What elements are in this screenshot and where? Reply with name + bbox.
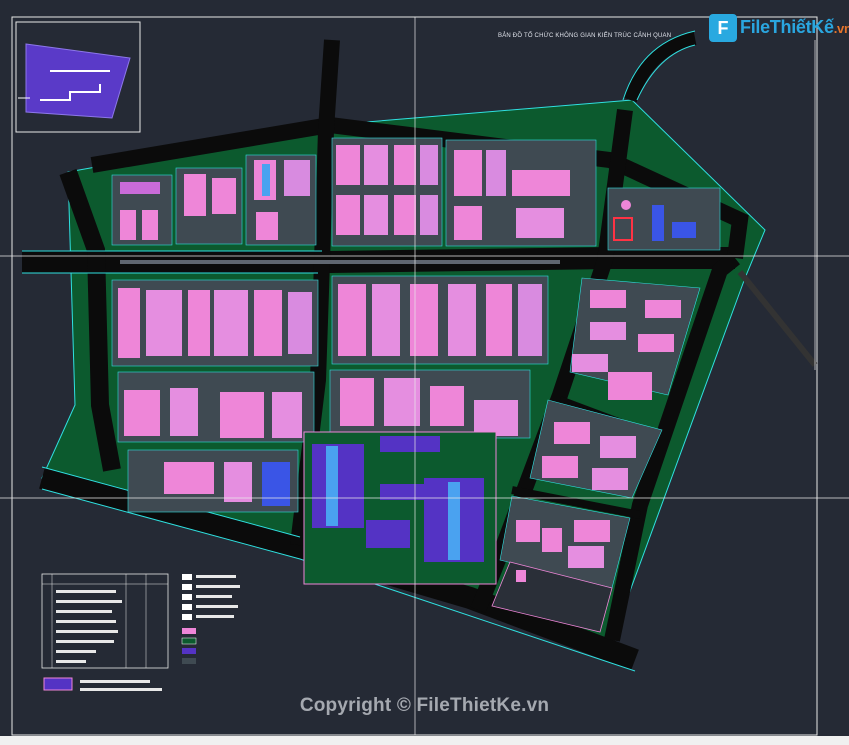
block-sw	[127, 449, 299, 513]
block-n-row	[331, 137, 443, 247]
cad-drawing-canvas[interactable]	[0, 0, 849, 745]
logo-brand-text: FileThiếtKế.vn	[740, 17, 849, 38]
logo-tld: .vn	[833, 21, 849, 36]
legend-table	[41, 573, 169, 669]
filethietke-logo[interactable]: F FileThiếtKế.vn	[709, 14, 849, 44]
block-utility	[607, 187, 721, 251]
logo-brand: FileThiếtKế	[740, 17, 834, 37]
block-warehouse	[303, 431, 497, 585]
block-nw-2	[175, 167, 243, 245]
rail-line	[737, 270, 818, 367]
block-n-row-2	[445, 139, 597, 247]
block-w-mid	[111, 279, 319, 367]
block-w-low	[117, 371, 315, 443]
block-nw-1	[111, 174, 173, 246]
sheet-title: BẢN ĐỒ TỔ CHỨC KHÔNG GIAN KIẾN TRÚC CẢNH…	[498, 33, 672, 39]
block-center	[331, 275, 549, 365]
key-map	[15, 21, 141, 133]
block-nw-3	[245, 154, 317, 246]
bottom-strip	[0, 736, 849, 745]
copyright-watermark: Copyright © FileThietKe.vn	[299, 695, 550, 716]
logo-f-icon: F	[709, 14, 737, 42]
block-center-low	[329, 369, 531, 439]
